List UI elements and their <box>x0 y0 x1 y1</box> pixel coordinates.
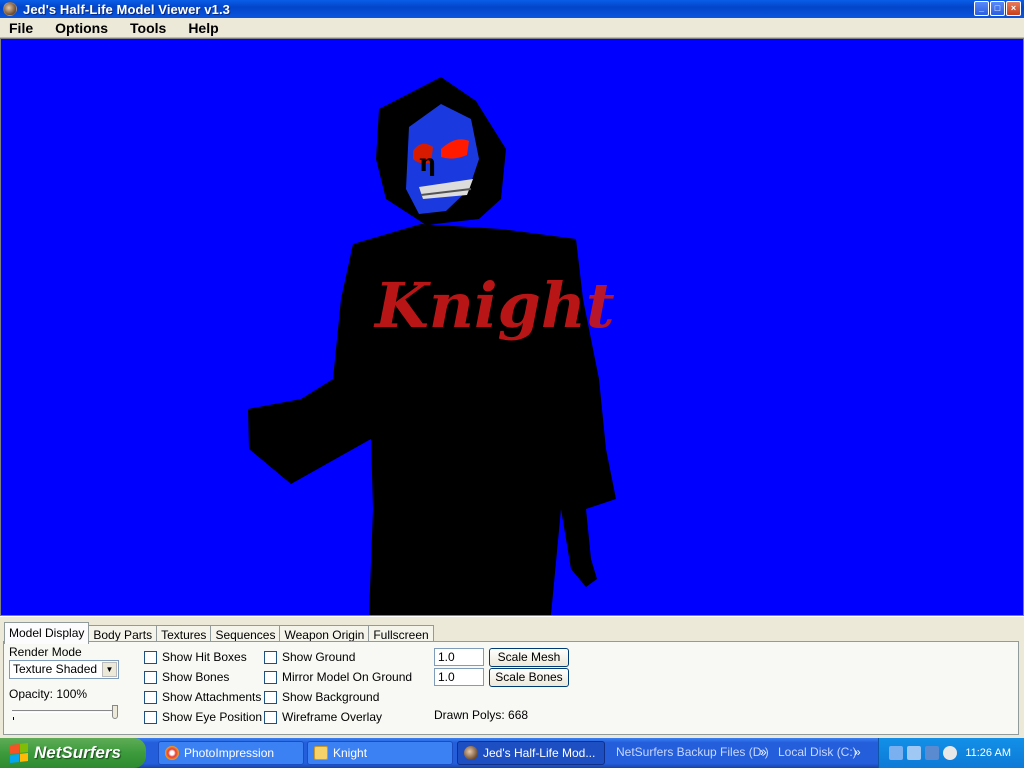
task-label: Knight <box>333 746 368 760</box>
drawn-polys-label: Drawn Polys: 668 <box>434 708 529 722</box>
menu-file[interactable]: File <box>0 20 41 36</box>
slider-tick <box>13 717 14 720</box>
checkbox-box[interactable] <box>264 650 277 664</box>
model-viewport[interactable]: η Knight <box>0 38 1024 616</box>
task-model-viewer[interactable]: Jed's Half-Life Mod... <box>457 741 605 765</box>
scale-mesh-button[interactable]: Scale Mesh <box>489 648 569 667</box>
checkbox-label: Show Attachments <box>162 690 262 704</box>
tab-model-display[interactable]: Model Display <box>4 622 90 644</box>
app-icon[interactable] <box>3 2 17 16</box>
opacity-slider-thumb[interactable] <box>112 705 118 719</box>
mirror-model-checkbox[interactable]: Mirror Model On Ground <box>264 670 412 684</box>
chevron-right-icon[interactable]: » <box>760 745 767 759</box>
chevron-down-icon[interactable]: ▼ <box>102 662 117 677</box>
checkbox-label: Show Background <box>282 690 380 704</box>
menu-help[interactable]: Help <box>180 20 226 36</box>
wireframe-overlay-checkbox[interactable]: Wireframe Overlay <box>264 710 382 724</box>
start-button[interactable]: NetSurfers <box>0 738 146 768</box>
app-icon <box>464 746 478 760</box>
checkbox-label: Show Hit Boxes <box>162 650 247 664</box>
close-button[interactable]: × <box>1006 1 1021 16</box>
render-mode-select[interactable]: Texture Shaded ▼ <box>9 660 119 679</box>
windows-flag-icon <box>10 743 28 763</box>
clock: 11:26 AM <box>965 747 1011 759</box>
show-background-checkbox[interactable]: Show Background <box>264 690 379 704</box>
opacity-label: Opacity: 100% <box>9 687 88 701</box>
checkbox-box[interactable] <box>144 670 157 684</box>
checkbox-box[interactable] <box>144 710 157 724</box>
scale-bones-button[interactable]: Scale Bones <box>489 668 569 687</box>
minimize-button[interactable]: _ <box>974 1 989 16</box>
knight-text: Knight <box>373 269 615 342</box>
render-mode-value: Texture Shaded <box>13 662 98 676</box>
task-label: Jed's Half-Life Mod... <box>483 746 596 760</box>
menu-options[interactable]: Options <box>47 20 116 36</box>
show-eye-position-checkbox[interactable]: Show Eye Position <box>144 710 262 724</box>
show-hit-boxes-checkbox[interactable]: Show Hit Boxes <box>144 650 247 664</box>
checkbox-label: Show Ground <box>282 650 356 664</box>
window-title: Jed's Half-Life Model Viewer v1.3 <box>23 1 231 17</box>
checkbox-label: Mirror Model On Ground <box>282 670 413 684</box>
checkbox-box[interactable] <box>264 710 277 724</box>
opacity-slider-track[interactable] <box>12 710 116 713</box>
chevron-right-icon[interactable]: » <box>854 745 861 759</box>
checkbox-label: Show Eye Position <box>162 710 263 724</box>
quicklink-local-disk[interactable]: Local Disk (C:) <box>778 745 857 759</box>
menu-bar: File Options Tools Help <box>0 18 1024 38</box>
task-photoimpression[interactable]: PhotoImpression <box>158 741 304 765</box>
checkbox-label: Wireframe Overlay <box>282 710 383 724</box>
monitor-icon[interactable] <box>907 746 921 760</box>
quicklink-backup-drive[interactable]: NetSurfers Backup Files (D:) <box>616 745 769 759</box>
control-panel: Model Display Body Parts Textures Sequen… <box>0 616 1024 738</box>
connection-icon[interactable] <box>925 746 939 760</box>
render-mode-label: Render Mode <box>9 645 82 659</box>
show-attachments-checkbox[interactable]: Show Attachments <box>144 690 261 704</box>
photoimpression-icon <box>165 746 179 760</box>
title-bar[interactable]: Jed's Half-Life Model Viewer v1.3 _ □ × <box>0 0 1024 18</box>
folder-icon <box>314 746 328 760</box>
show-bones-checkbox[interactable]: Show Bones <box>144 670 229 684</box>
checkbox-box[interactable] <box>144 690 157 704</box>
network-icon[interactable] <box>889 746 903 760</box>
menu-tools[interactable]: Tools <box>122 20 174 36</box>
system-tray: 11:26 AM <box>878 738 1024 768</box>
speaker-icon[interactable] <box>943 746 957 760</box>
start-label: NetSurfers <box>34 743 121 762</box>
scale-mesh-input[interactable]: 1.0 <box>434 648 484 666</box>
scale-bones-input[interactable]: 1.0 <box>434 668 484 686</box>
task-label: PhotoImpression <box>184 746 275 760</box>
svg-text:η: η <box>419 148 436 177</box>
task-knight-folder[interactable]: Knight <box>307 741 453 765</box>
checkbox-label: Show Bones <box>162 670 230 684</box>
checkbox-box[interactable] <box>144 650 157 664</box>
show-ground-checkbox[interactable]: Show Ground <box>264 650 355 664</box>
window-controls: _ □ × <box>974 1 1021 16</box>
checkbox-box[interactable] <box>264 670 277 684</box>
maximize-button[interactable]: □ <box>990 1 1005 16</box>
checkbox-box[interactable] <box>264 690 277 704</box>
model-render: η Knight <box>1 39 1023 615</box>
